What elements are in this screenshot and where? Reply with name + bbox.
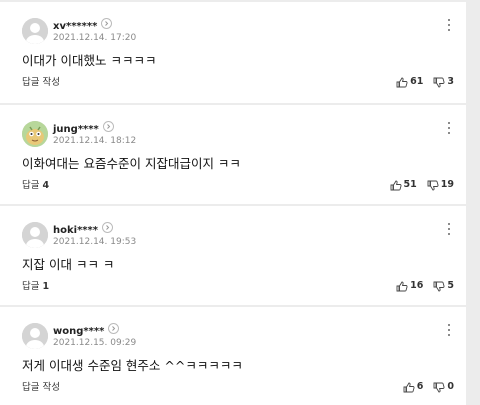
dislike-button[interactable]: 3 bbox=[433, 76, 454, 88]
thumbs-up-icon bbox=[396, 77, 408, 87]
thumbs-up-icon bbox=[403, 382, 415, 392]
thumbs-up-icon bbox=[396, 281, 408, 291]
comment-text: 지잡 이대 ㅋㅋ ㅋ bbox=[22, 257, 115, 272]
comment-username[interactable]: jung**** bbox=[53, 121, 114, 136]
thumbs-down-icon bbox=[433, 281, 445, 291]
default-avatar-icon[interactable] bbox=[22, 323, 48, 349]
comment-text: 이화여대는 요즘수준이 지잡대급이지 ㅋㅋ bbox=[22, 156, 241, 171]
reply-button[interactable]: 답글 4 bbox=[22, 180, 49, 192]
comment-item: jung**** 2021.12.14. 18:12 이화여대는 요즘수준이 지… bbox=[0, 105, 466, 204]
vote-buttons: 61 3 bbox=[386, 76, 454, 88]
dislike-button[interactable]: 5 bbox=[433, 280, 454, 292]
reply-button[interactable]: 답글 1 bbox=[22, 281, 49, 293]
comment-item: wong**** 2021.12.15. 09:29 저게 이대생 수준임 현주… bbox=[0, 307, 466, 405]
comment-username[interactable]: wong**** bbox=[53, 323, 120, 338]
like-button[interactable]: 16 bbox=[396, 280, 423, 292]
dislike-button[interactable]: 0 bbox=[433, 381, 454, 393]
like-button[interactable]: 61 bbox=[396, 76, 423, 88]
character-avatar-icon[interactable] bbox=[22, 121, 48, 147]
reply-button[interactable]: 답글 작성 bbox=[22, 77, 63, 89]
kebab-menu-icon[interactable] bbox=[446, 324, 452, 338]
vote-buttons: 51 19 bbox=[380, 179, 454, 191]
chevron-right-icon[interactable] bbox=[102, 121, 114, 132]
comment-username[interactable]: xv****** bbox=[53, 18, 113, 33]
default-avatar-icon[interactable] bbox=[22, 18, 48, 44]
kebab-menu-icon[interactable] bbox=[446, 19, 452, 33]
thumbs-up-icon bbox=[390, 180, 402, 190]
comment-item: hoki**** 2021.12.14. 19:53 지잡 이대 ㅋㅋ ㅋ 답글… bbox=[0, 206, 466, 305]
chevron-right-icon[interactable] bbox=[101, 18, 113, 29]
comment-item: xv****** 2021.12.14. 17:20 이대가 이대했노 ㅋㅋㅋㅋ… bbox=[0, 2, 466, 103]
kebab-menu-icon[interactable] bbox=[446, 122, 452, 136]
vote-buttons: 6 0 bbox=[393, 381, 454, 393]
thumbs-down-icon bbox=[433, 382, 445, 392]
reply-button[interactable]: 답글 작성 bbox=[22, 382, 63, 394]
default-avatar-icon[interactable] bbox=[22, 222, 48, 248]
kebab-menu-icon[interactable] bbox=[446, 223, 452, 237]
chevron-right-icon[interactable] bbox=[108, 323, 120, 334]
vote-buttons: 16 5 bbox=[386, 280, 454, 292]
comment-date: 2021.12.14. 17:20 bbox=[53, 33, 137, 43]
comment-text: 저게 이대생 수준임 현주소 ^^ㅋㅋㅋㅋㅋ bbox=[22, 358, 243, 373]
comment-date: 2021.12.14. 19:53 bbox=[53, 237, 137, 247]
comment-date: 2021.12.15. 09:29 bbox=[53, 338, 137, 348]
chevron-right-icon[interactable] bbox=[102, 222, 113, 233]
comment-username[interactable]: hoki**** bbox=[53, 222, 113, 237]
dislike-button[interactable]: 19 bbox=[427, 179, 454, 191]
thumbs-down-icon bbox=[427, 180, 439, 190]
comment-text: 이대가 이대했노 ㅋㅋㅋㅋ bbox=[22, 53, 157, 68]
like-button[interactable]: 51 bbox=[390, 179, 417, 191]
comment-date: 2021.12.14. 18:12 bbox=[53, 136, 137, 146]
like-button[interactable]: 6 bbox=[403, 381, 423, 393]
comment-list: xv****** 2021.12.14. 17:20 이대가 이대했노 ㅋㅋㅋㅋ… bbox=[0, 0, 480, 405]
thumbs-down-icon bbox=[433, 77, 445, 87]
